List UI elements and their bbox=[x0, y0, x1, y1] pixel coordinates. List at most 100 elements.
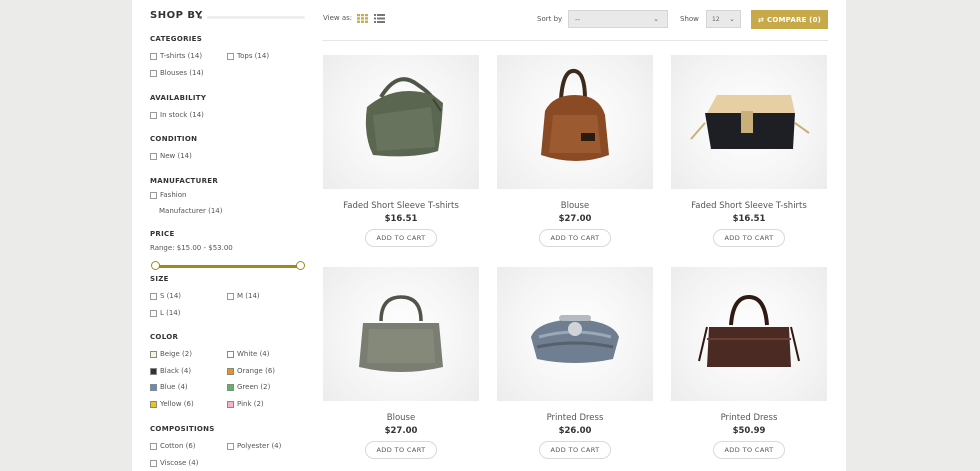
filter-label: Cotton (6) bbox=[160, 442, 196, 450]
product-name[interactable]: Printed Dress bbox=[497, 413, 653, 423]
filter-size-m[interactable]: M (14) bbox=[227, 292, 260, 300]
filter-color-green[interactable]: Green (2) bbox=[227, 383, 270, 391]
product-price: $27.00 bbox=[384, 426, 418, 436]
filter-blouses[interactable]: Blouses (14) bbox=[150, 69, 204, 77]
checkbox[interactable] bbox=[150, 459, 157, 467]
price-slider-track[interactable] bbox=[155, 265, 301, 268]
filter-color-black[interactable]: Black (4) bbox=[150, 367, 191, 375]
filter-label: Yellow (6) bbox=[160, 400, 194, 408]
product-name[interactable]: Faded Short Sleeve T-shirts bbox=[671, 201, 827, 211]
color-swatch[interactable] bbox=[150, 400, 157, 408]
price-slider-max-handle[interactable] bbox=[296, 261, 305, 270]
filter-label: Manufacturer (14) bbox=[159, 207, 223, 215]
product-name[interactable]: Blouse bbox=[497, 201, 653, 211]
checkbox[interactable] bbox=[150, 292, 157, 300]
color-swatch[interactable] bbox=[150, 350, 157, 358]
filter-color-yellow[interactable]: Yellow (6) bbox=[150, 400, 194, 408]
checkbox[interactable] bbox=[150, 191, 157, 199]
page-container: SHOP BY CATEGORIES T-shirts (14) Tops (1… bbox=[132, 0, 846, 471]
color-swatch[interactable] bbox=[227, 367, 234, 375]
color-swatch[interactable] bbox=[227, 400, 234, 408]
color-swatch[interactable] bbox=[227, 383, 234, 391]
grey-tote-bag-icon bbox=[359, 295, 443, 372]
filter-label: S (14) bbox=[160, 292, 182, 300]
add-to-cart-button[interactable]: ADD TO CART bbox=[365, 229, 437, 247]
filter-color-blue[interactable]: Blue (4) bbox=[150, 383, 188, 391]
product-image[interactable] bbox=[497, 55, 653, 189]
categories-title: CATEGORIES bbox=[150, 35, 203, 43]
add-to-cart-button[interactable]: ADD TO CART bbox=[365, 441, 437, 459]
compare-button[interactable]: ⇄ COMPARE (0) bbox=[751, 10, 828, 29]
product-image[interactable] bbox=[497, 267, 653, 401]
product-name[interactable]: Blouse bbox=[323, 413, 479, 423]
filter-label: T-shirts (14) bbox=[160, 52, 203, 60]
add-to-cart-button[interactable]: ADD TO CART bbox=[539, 229, 611, 247]
filter-cotton[interactable]: Cotton (6) bbox=[150, 442, 196, 450]
filter-size-s[interactable]: S (14) bbox=[150, 292, 181, 300]
sort-by-select[interactable]: -- ⌄ bbox=[568, 10, 668, 28]
shop-by-title: SHOP BY bbox=[150, 10, 203, 21]
product-card[interactable]: Printed Dress $50.99 ADD TO CART bbox=[671, 267, 827, 459]
price-slider-min-handle[interactable] bbox=[151, 261, 160, 270]
product-price: $27.00 bbox=[558, 214, 592, 224]
color-swatch[interactable] bbox=[227, 350, 234, 358]
filter-size-l[interactable]: L (14) bbox=[150, 309, 181, 317]
grid-view-icon[interactable] bbox=[357, 14, 368, 23]
filter-color-orange[interactable]: Orange (6) bbox=[227, 367, 275, 375]
show-label: Show bbox=[680, 15, 699, 23]
product-image[interactable] bbox=[671, 55, 827, 189]
filter-viscose[interactable]: Viscose (4) bbox=[150, 459, 198, 467]
filter-label: Blouses (14) bbox=[160, 69, 204, 77]
add-to-cart-button[interactable]: ADD TO CART bbox=[713, 229, 785, 247]
filter-color-beige[interactable]: Beige (2) bbox=[150, 350, 192, 358]
product-card[interactable]: Blouse $27.00 ADD TO CART bbox=[497, 55, 653, 247]
checkbox[interactable] bbox=[150, 309, 157, 317]
checkbox[interactable] bbox=[150, 442, 157, 450]
filter-label: M (14) bbox=[237, 292, 260, 300]
product-image[interactable] bbox=[323, 55, 479, 189]
checkbox[interactable] bbox=[227, 52, 234, 60]
product-card[interactable]: Printed Dress $26.00 ADD TO CART bbox=[497, 267, 653, 459]
product-card[interactable]: Faded Short Sleeve T-shirts $16.51 ADD T… bbox=[323, 55, 479, 247]
filter-label: Beige (2) bbox=[160, 350, 192, 358]
dark-brown-duffel-icon bbox=[698, 294, 800, 367]
checkbox[interactable] bbox=[150, 69, 157, 77]
checkbox[interactable] bbox=[227, 292, 234, 300]
filter-color-white[interactable]: White (4) bbox=[227, 350, 270, 358]
filter-new[interactable]: New (14) bbox=[150, 152, 192, 160]
filter-label: White (4) bbox=[237, 350, 270, 358]
filter-label: Fashion bbox=[160, 191, 187, 199]
filter-in-stock[interactable]: In stock (14) bbox=[150, 111, 204, 119]
filter-manufacturer[interactable]: Manufacturer (14) bbox=[159, 207, 223, 215]
compare-icon: ⇄ bbox=[757, 15, 765, 24]
shop-by-dot bbox=[199, 16, 202, 19]
toolbar-divider bbox=[322, 40, 828, 41]
add-to-cart-button[interactable]: ADD TO CART bbox=[713, 441, 785, 459]
filter-polyester[interactable]: Polyester (4) bbox=[227, 442, 281, 450]
price-range-text: Range: $15.00 - $53.00 bbox=[150, 244, 233, 252]
checkbox[interactable] bbox=[150, 152, 157, 160]
filter-fashion[interactable]: Fashion bbox=[150, 191, 186, 199]
color-swatch[interactable] bbox=[150, 367, 157, 375]
checkbox[interactable] bbox=[227, 442, 234, 450]
add-to-cart-button[interactable]: ADD TO CART bbox=[539, 441, 611, 459]
color-swatch[interactable] bbox=[150, 383, 157, 391]
product-card[interactable]: Blouse $27.00 ADD TO CART bbox=[323, 267, 479, 459]
size-title: SIZE bbox=[150, 275, 169, 283]
list-view-icon[interactable] bbox=[374, 14, 385, 23]
filter-label: Polyester (4) bbox=[237, 442, 282, 450]
product-name[interactable]: Faded Short Sleeve T-shirts bbox=[323, 201, 479, 211]
price-title: PRICE bbox=[150, 230, 175, 238]
checkbox[interactable] bbox=[150, 111, 157, 119]
filter-color-pink[interactable]: Pink (2) bbox=[227, 400, 264, 408]
product-image[interactable] bbox=[671, 267, 827, 401]
product-image[interactable] bbox=[323, 267, 479, 401]
filter-tshirts[interactable]: T-shirts (14) bbox=[150, 52, 202, 60]
compositions-title: COMPOSITIONS bbox=[150, 425, 215, 433]
show-count-select[interactable]: 12 ⌄ bbox=[706, 10, 741, 28]
product-card[interactable]: Faded Short Sleeve T-shirts $16.51 ADD T… bbox=[671, 55, 827, 247]
brown-leather-bag-icon bbox=[541, 68, 609, 161]
checkbox[interactable] bbox=[150, 52, 157, 60]
filter-tops[interactable]: Tops (14) bbox=[227, 52, 269, 60]
product-name[interactable]: Printed Dress bbox=[671, 413, 827, 423]
